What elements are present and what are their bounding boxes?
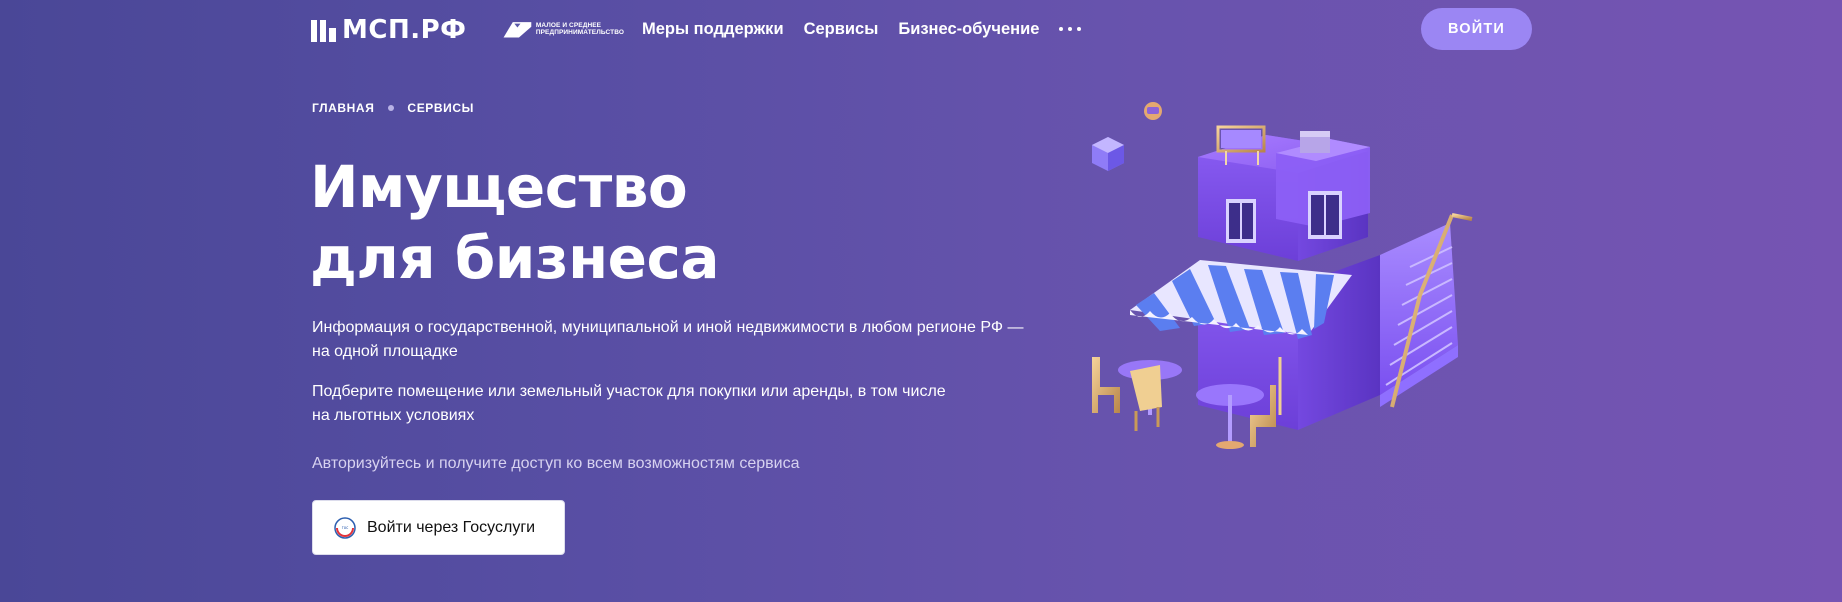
nav-item-support[interactable]: Меры поддержки (642, 18, 784, 40)
breadcrumb-home[interactable]: ГЛАВНАЯ (312, 101, 374, 115)
msp-logo[interactable]: МСП.РФ (311, 16, 466, 44)
floating-cube-icon (1092, 137, 1124, 171)
breadcrumb-separator (388, 105, 395, 111)
gosuslugi-login-label: Войти через Госуслуги (367, 518, 536, 536)
page-title-line1: Имущество (310, 153, 688, 221)
site-header: МСП.РФ МАЛОЕ И СРЕДНЕЕ ПРЕДПРИНИМАТЕЛЬСТ… (0, 0, 1842, 60)
hero-description-2: Подберите помещение или земельный участо… (312, 380, 1032, 428)
page-title: Имущество для бизнеса (310, 152, 910, 294)
breadcrumb-services[interactable]: СЕРВИСЫ (407, 101, 474, 115)
msp-logo-mark-icon (311, 18, 336, 42)
gosuslugi-logo-icon: гос (334, 516, 356, 539)
hero-description-2-line2: на льготных условиях (312, 407, 475, 424)
mb-logo-line2: ПРЕДПРИНИМАТЕЛЬСТВО (535, 29, 624, 36)
gosuslugi-login-button[interactable]: гос Войти через Госуслуги (312, 500, 565, 555)
mb-flag-icon (503, 22, 532, 38)
more-dots-icon[interactable] (1059, 18, 1082, 40)
msp-logo-text: МСП.РФ (342, 15, 467, 45)
breadcrumb: ГЛАВНАЯ СЕРВИСЫ (312, 101, 474, 115)
mb-logo-line1: МАЛОЕ И СРЕДНЕЕ (535, 21, 602, 29)
staircase (1380, 213, 1474, 408)
hero-description-1: Информация о государственной, муниципаль… (312, 319, 1024, 360)
floating-gem-icon (1144, 102, 1162, 120)
hero-description-2-line1: Подберите помещение или земельный участо… (312, 383, 946, 400)
nav-item-business-education[interactable]: Бизнес-обучение (898, 18, 1039, 40)
svg-text:гос: гос (342, 525, 349, 530)
shop-building-illustration (1092, 102, 1474, 449)
auth-note: Авторизуйтесь и получите доступ ко всем … (312, 455, 800, 472)
main-nav: Меры поддержки Сервисы Бизнес-обучение (642, 18, 1082, 40)
page-title-line2: для бизнеса (310, 224, 720, 292)
nav-item-services[interactable]: Сервисы (804, 18, 879, 40)
mb-partner-logo[interactable]: МАЛОЕ И СРЕДНЕЕ ПРЕДПРИНИМАТЕЛЬСТВО (502, 16, 624, 42)
login-button[interactable]: ВОЙТИ (1421, 8, 1532, 50)
